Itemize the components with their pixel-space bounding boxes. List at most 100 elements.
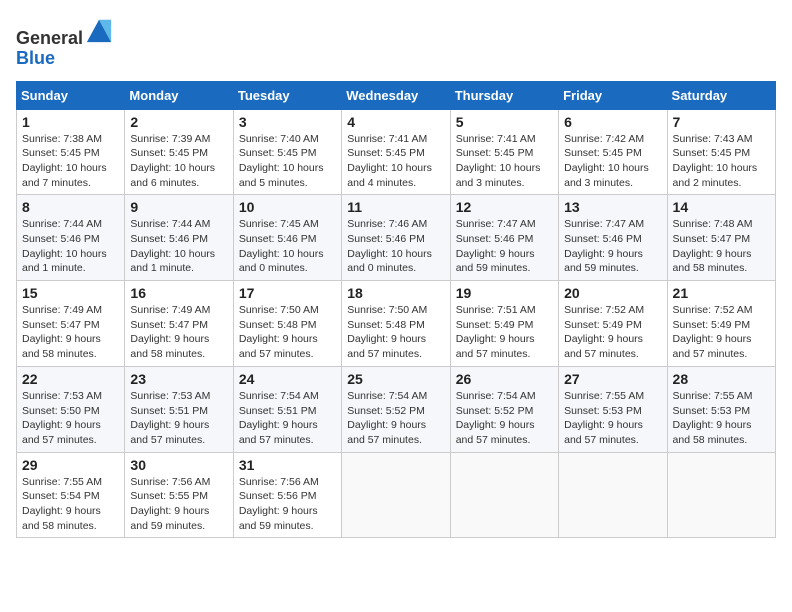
weekday-header-monday: Monday: [125, 81, 233, 109]
day-info: Sunrise: 7:38 AMSunset: 5:45 PMDaylight:…: [22, 132, 119, 191]
calendar-week-2: 8 Sunrise: 7:44 AMSunset: 5:46 PMDayligh…: [17, 195, 776, 281]
day-info: Sunrise: 7:46 AMSunset: 5:46 PMDaylight:…: [347, 217, 444, 276]
calendar-cell: [450, 452, 558, 538]
day-number: 10: [239, 199, 336, 215]
day-number: 13: [564, 199, 661, 215]
day-number: 27: [564, 371, 661, 387]
day-info: Sunrise: 7:52 AMSunset: 5:49 PMDaylight:…: [564, 303, 661, 362]
day-info: Sunrise: 7:42 AMSunset: 5:45 PMDaylight:…: [564, 132, 661, 191]
calendar-cell: 29 Sunrise: 7:55 AMSunset: 5:54 PMDaylig…: [17, 452, 125, 538]
calendar-cell: 11 Sunrise: 7:46 AMSunset: 5:46 PMDaylig…: [342, 195, 450, 281]
day-number: 19: [456, 285, 553, 301]
day-number: 7: [673, 114, 770, 130]
calendar-cell: 12 Sunrise: 7:47 AMSunset: 5:46 PMDaylig…: [450, 195, 558, 281]
day-number: 23: [130, 371, 227, 387]
day-info: Sunrise: 7:56 AMSunset: 5:55 PMDaylight:…: [130, 475, 227, 534]
day-info: Sunrise: 7:48 AMSunset: 5:47 PMDaylight:…: [673, 217, 770, 276]
day-number: 2: [130, 114, 227, 130]
day-info: Sunrise: 7:54 AMSunset: 5:52 PMDaylight:…: [347, 389, 444, 448]
day-info: Sunrise: 7:44 AMSunset: 5:46 PMDaylight:…: [130, 217, 227, 276]
calendar-cell: 22 Sunrise: 7:53 AMSunset: 5:50 PMDaylig…: [17, 366, 125, 452]
calendar-cell: 24 Sunrise: 7:54 AMSunset: 5:51 PMDaylig…: [233, 366, 341, 452]
day-info: Sunrise: 7:45 AMSunset: 5:46 PMDaylight:…: [239, 217, 336, 276]
calendar-cell: 31 Sunrise: 7:56 AMSunset: 5:56 PMDaylig…: [233, 452, 341, 538]
calendar-body: 1 Sunrise: 7:38 AMSunset: 5:45 PMDayligh…: [17, 109, 776, 538]
day-number: 20: [564, 285, 661, 301]
page-header: General Blue: [16, 16, 776, 69]
day-number: 8: [22, 199, 119, 215]
calendar-cell: 26 Sunrise: 7:54 AMSunset: 5:52 PMDaylig…: [450, 366, 558, 452]
calendar-cell: 16 Sunrise: 7:49 AMSunset: 5:47 PMDaylig…: [125, 281, 233, 367]
logo-icon: [85, 16, 113, 44]
weekday-header-wednesday: Wednesday: [342, 81, 450, 109]
day-number: 21: [673, 285, 770, 301]
day-info: Sunrise: 7:47 AMSunset: 5:46 PMDaylight:…: [564, 217, 661, 276]
day-number: 9: [130, 199, 227, 215]
day-number: 14: [673, 199, 770, 215]
calendar-cell: [342, 452, 450, 538]
day-info: Sunrise: 7:40 AMSunset: 5:45 PMDaylight:…: [239, 132, 336, 191]
day-info: Sunrise: 7:55 AMSunset: 5:54 PMDaylight:…: [22, 475, 119, 534]
calendar-cell: 30 Sunrise: 7:56 AMSunset: 5:55 PMDaylig…: [125, 452, 233, 538]
day-number: 17: [239, 285, 336, 301]
weekday-header-thursday: Thursday: [450, 81, 558, 109]
calendar-cell: 25 Sunrise: 7:54 AMSunset: 5:52 PMDaylig…: [342, 366, 450, 452]
day-number: 1: [22, 114, 119, 130]
day-number: 28: [673, 371, 770, 387]
day-info: Sunrise: 7:55 AMSunset: 5:53 PMDaylight:…: [673, 389, 770, 448]
calendar-cell: [559, 452, 667, 538]
calendar-cell: 21 Sunrise: 7:52 AMSunset: 5:49 PMDaylig…: [667, 281, 775, 367]
day-info: Sunrise: 7:43 AMSunset: 5:45 PMDaylight:…: [673, 132, 770, 191]
calendar-cell: 23 Sunrise: 7:53 AMSunset: 5:51 PMDaylig…: [125, 366, 233, 452]
day-info: Sunrise: 7:41 AMSunset: 5:45 PMDaylight:…: [456, 132, 553, 191]
calendar-cell: 1 Sunrise: 7:38 AMSunset: 5:45 PMDayligh…: [17, 109, 125, 195]
day-number: 12: [456, 199, 553, 215]
day-number: 6: [564, 114, 661, 130]
calendar-cell: 6 Sunrise: 7:42 AMSunset: 5:45 PMDayligh…: [559, 109, 667, 195]
day-number: 29: [22, 457, 119, 473]
calendar-cell: 18 Sunrise: 7:50 AMSunset: 5:48 PMDaylig…: [342, 281, 450, 367]
calendar-cell: 19 Sunrise: 7:51 AMSunset: 5:49 PMDaylig…: [450, 281, 558, 367]
day-info: Sunrise: 7:47 AMSunset: 5:46 PMDaylight:…: [456, 217, 553, 276]
calendar-cell: 28 Sunrise: 7:55 AMSunset: 5:53 PMDaylig…: [667, 366, 775, 452]
day-info: Sunrise: 7:53 AMSunset: 5:51 PMDaylight:…: [130, 389, 227, 448]
day-info: Sunrise: 7:51 AMSunset: 5:49 PMDaylight:…: [456, 303, 553, 362]
calendar-header-row: SundayMondayTuesdayWednesdayThursdayFrid…: [17, 81, 776, 109]
calendar-cell: 5 Sunrise: 7:41 AMSunset: 5:45 PMDayligh…: [450, 109, 558, 195]
day-number: 5: [456, 114, 553, 130]
calendar-cell: 7 Sunrise: 7:43 AMSunset: 5:45 PMDayligh…: [667, 109, 775, 195]
day-number: 25: [347, 371, 444, 387]
day-number: 4: [347, 114, 444, 130]
day-number: 11: [347, 199, 444, 215]
day-info: Sunrise: 7:39 AMSunset: 5:45 PMDaylight:…: [130, 132, 227, 191]
calendar-week-4: 22 Sunrise: 7:53 AMSunset: 5:50 PMDaylig…: [17, 366, 776, 452]
calendar-week-5: 29 Sunrise: 7:55 AMSunset: 5:54 PMDaylig…: [17, 452, 776, 538]
weekday-header-sunday: Sunday: [17, 81, 125, 109]
calendar-cell: 14 Sunrise: 7:48 AMSunset: 5:47 PMDaylig…: [667, 195, 775, 281]
weekday-header-friday: Friday: [559, 81, 667, 109]
day-number: 15: [22, 285, 119, 301]
weekday-header-saturday: Saturday: [667, 81, 775, 109]
calendar-cell: 2 Sunrise: 7:39 AMSunset: 5:45 PMDayligh…: [125, 109, 233, 195]
day-number: 30: [130, 457, 227, 473]
day-number: 26: [456, 371, 553, 387]
day-info: Sunrise: 7:55 AMSunset: 5:53 PMDaylight:…: [564, 389, 661, 448]
day-number: 31: [239, 457, 336, 473]
day-info: Sunrise: 7:49 AMSunset: 5:47 PMDaylight:…: [22, 303, 119, 362]
calendar-week-1: 1 Sunrise: 7:38 AMSunset: 5:45 PMDayligh…: [17, 109, 776, 195]
day-number: 24: [239, 371, 336, 387]
day-info: Sunrise: 7:41 AMSunset: 5:45 PMDaylight:…: [347, 132, 444, 191]
logo: General Blue: [16, 16, 113, 69]
day-info: Sunrise: 7:50 AMSunset: 5:48 PMDaylight:…: [347, 303, 444, 362]
day-info: Sunrise: 7:50 AMSunset: 5:48 PMDaylight:…: [239, 303, 336, 362]
day-info: Sunrise: 7:54 AMSunset: 5:51 PMDaylight:…: [239, 389, 336, 448]
day-info: Sunrise: 7:49 AMSunset: 5:47 PMDaylight:…: [130, 303, 227, 362]
calendar-cell: 15 Sunrise: 7:49 AMSunset: 5:47 PMDaylig…: [17, 281, 125, 367]
calendar-cell: 9 Sunrise: 7:44 AMSunset: 5:46 PMDayligh…: [125, 195, 233, 281]
day-number: 18: [347, 285, 444, 301]
calendar-cell: 10 Sunrise: 7:45 AMSunset: 5:46 PMDaylig…: [233, 195, 341, 281]
calendar-cell: 13 Sunrise: 7:47 AMSunset: 5:46 PMDaylig…: [559, 195, 667, 281]
day-number: 22: [22, 371, 119, 387]
day-info: Sunrise: 7:53 AMSunset: 5:50 PMDaylight:…: [22, 389, 119, 448]
day-info: Sunrise: 7:44 AMSunset: 5:46 PMDaylight:…: [22, 217, 119, 276]
